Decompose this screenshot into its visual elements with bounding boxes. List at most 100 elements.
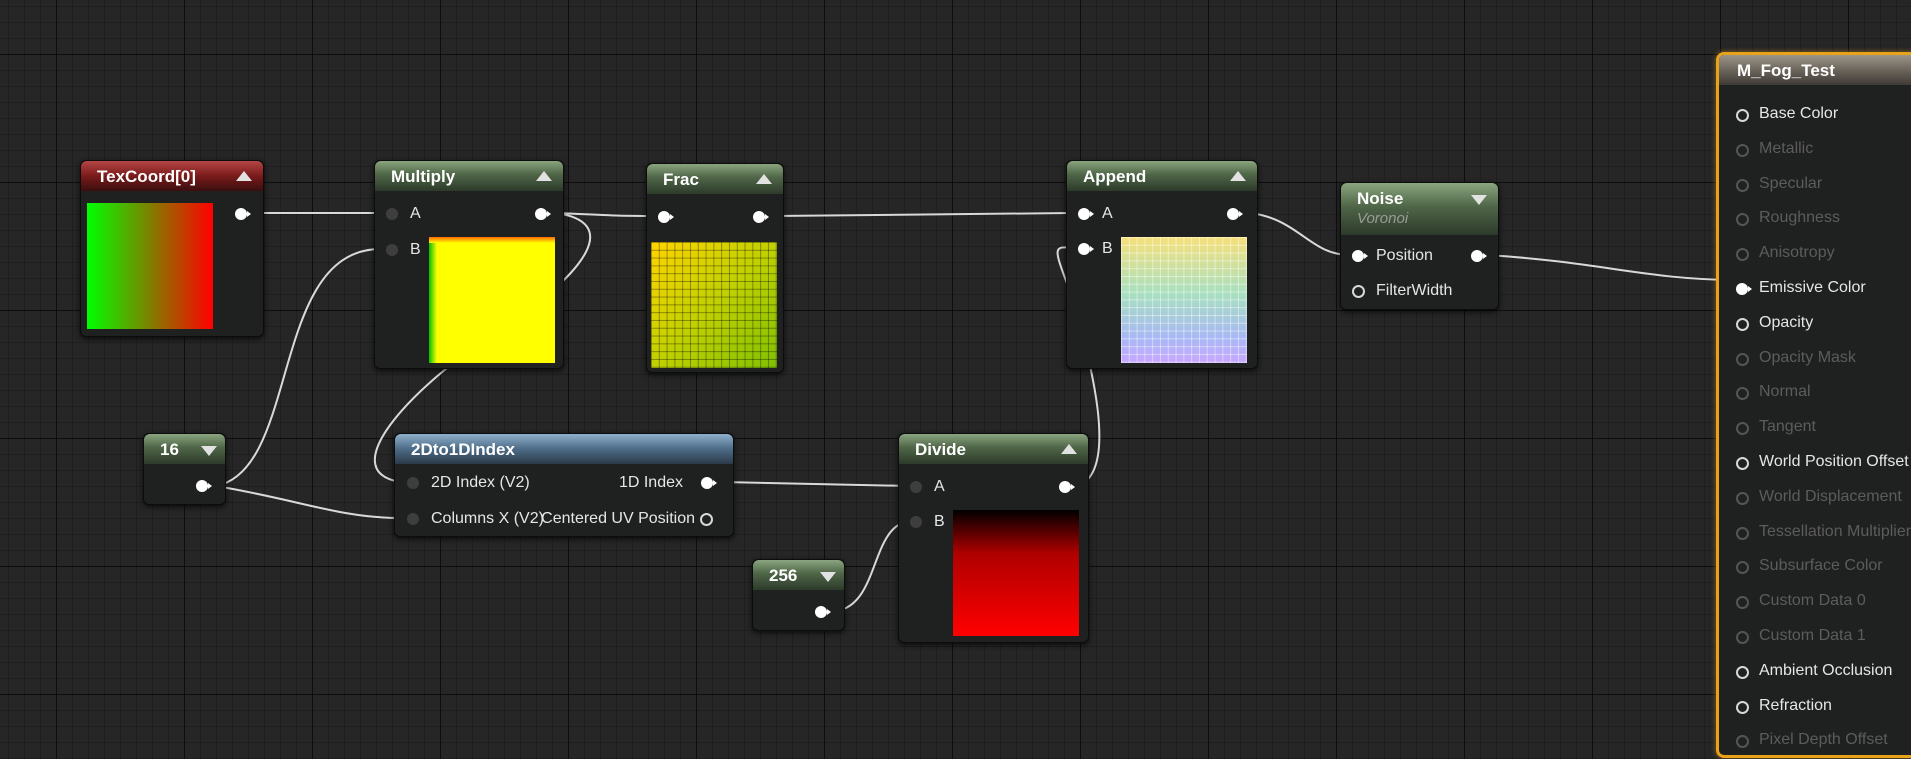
material-input-row[interactable]: Custom Data 1: [1719, 627, 1911, 655]
multiply-output-pin[interactable]: [535, 208, 551, 220]
index-title: 2Dto1DIndex: [411, 440, 515, 459]
material-input-pin[interactable]: [1736, 700, 1749, 714]
material-input-row[interactable]: World Displacement: [1719, 488, 1911, 516]
material-input-pin[interactable]: [1736, 422, 1749, 436]
material-input-label: Custom Data 0: [1759, 592, 1866, 610]
material-input-label: Normal: [1759, 383, 1811, 401]
index-centered-uv-pin[interactable]: [700, 513, 713, 526]
index-header[interactable]: 2Dto1DIndex: [395, 434, 733, 464]
constant-16-header[interactable]: 16: [144, 434, 225, 464]
material-input-row[interactable]: Metallic: [1719, 140, 1911, 168]
material-header[interactable]: M_Fog_Test: [1719, 55, 1911, 85]
index-node[interactable]: 2Dto1DIndex 2D Index (V2) Columns X (V2)…: [394, 433, 734, 537]
divide-input-a-pin[interactable]: [910, 481, 922, 493]
material-result-node[interactable]: M_Fog_Test Base Color Metallic Specular Rou…: [1716, 52, 1911, 758]
material-input-label: Tessellation Multiplier: [1759, 522, 1911, 540]
noise-output-pin[interactable]: [1471, 250, 1487, 262]
expand-arrow-icon[interactable]: [820, 572, 836, 582]
append-input-b-pin[interactable]: [1078, 243, 1094, 255]
index-2d-input-pin[interactable]: [407, 477, 419, 489]
material-input-pin[interactable]: [1736, 213, 1749, 227]
material-input-label: Custom Data 1: [1759, 627, 1866, 644]
divide-header[interactable]: Divide: [899, 434, 1088, 464]
index-columns-input-pin[interactable]: [407, 513, 419, 525]
material-input-row[interactable]: Tessellation Multiplier: [1719, 523, 1911, 551]
material-input-row[interactable]: World Position Offset: [1719, 453, 1911, 481]
index-1d-output-pin[interactable]: [701, 477, 717, 489]
material-input-pin[interactable]: [1736, 665, 1749, 679]
material-input-pin[interactable]: [1736, 596, 1749, 610]
collapse-arrow-icon[interactable]: [536, 171, 552, 181]
collapse-arrow-icon[interactable]: [756, 174, 772, 184]
divide-output-pin[interactable]: [1059, 481, 1075, 493]
material-input-pin[interactable]: [1736, 352, 1749, 366]
material-input-pin[interactable]: [1736, 631, 1749, 644]
multiply-header[interactable]: Multiply: [375, 161, 563, 191]
expand-arrow-icon[interactable]: [1471, 195, 1487, 205]
material-input-row[interactable]: Emissive Color: [1719, 279, 1911, 307]
multiply-input-a-pin[interactable]: [386, 208, 398, 220]
noise-position-pin[interactable]: [1352, 250, 1368, 262]
divide-input-b-pin[interactable]: [910, 516, 922, 528]
noise-filterwidth-label: FilterWidth: [1376, 282, 1453, 299]
material-input-pin[interactable]: [1736, 735, 1749, 749]
constant-16-node[interactable]: 16: [143, 433, 226, 505]
wire-append-noise: [1250, 212, 1351, 256]
material-input-label: Opacity: [1759, 313, 1814, 331]
material-input-row[interactable]: Roughness: [1719, 209, 1911, 237]
noise-filterwidth-pin[interactable]: [1352, 285, 1365, 298]
collapse-arrow-icon[interactable]: [1230, 171, 1246, 181]
multiply-input-b-pin[interactable]: [386, 244, 398, 256]
material-input-pin[interactable]: [1736, 387, 1749, 401]
append-output-pin[interactable]: [1227, 208, 1243, 220]
material-input-row[interactable]: Subsurface Color: [1719, 557, 1911, 585]
append-header[interactable]: Append: [1067, 161, 1257, 191]
material-input-row[interactable]: Normal: [1719, 383, 1911, 411]
constant-256-node[interactable]: 256: [752, 559, 845, 631]
material-input-row[interactable]: Pixel Depth Offset: [1719, 731, 1911, 759]
material-input-row[interactable]: Opacity Mask: [1719, 349, 1911, 377]
constant-256-output-pin[interactable]: [815, 606, 831, 618]
material-input-pin[interactable]: [1736, 178, 1749, 192]
material-input-pin[interactable]: [1736, 317, 1749, 331]
multiply-node[interactable]: Multiply A B: [374, 160, 564, 369]
texcoord-header[interactable]: TexCoord[0]: [81, 161, 263, 191]
collapse-arrow-icon[interactable]: [1061, 444, 1077, 454]
frac-output-pin[interactable]: [753, 211, 769, 223]
texcoord-node[interactable]: TexCoord[0]: [80, 160, 264, 337]
collapse-arrow-icon[interactable]: [236, 171, 252, 181]
material-input-row[interactable]: Refraction: [1719, 697, 1911, 725]
divide-node[interactable]: Divide A B: [898, 433, 1089, 643]
material-input-label: Specular: [1759, 174, 1823, 192]
material-input-pin[interactable]: [1736, 248, 1749, 262]
material-input-row[interactable]: Specular: [1719, 175, 1911, 203]
index-centered-uv-label: Centered UV Position: [541, 510, 695, 527]
multiply-title: Multiply: [391, 167, 456, 186]
material-input-pin[interactable]: [1736, 561, 1749, 575]
material-input-row[interactable]: Tangent: [1719, 418, 1911, 446]
material-input-row[interactable]: Custom Data 0: [1719, 592, 1911, 620]
material-input-pin[interactable]: [1736, 526, 1749, 540]
material-input-pin[interactable]: [1736, 109, 1749, 122]
frac-node[interactable]: Frac: [646, 163, 784, 373]
index-columns-input-label: Columns X (V2): [431, 510, 544, 527]
material-input-pin[interactable]: [1736, 491, 1749, 505]
append-input-a-pin[interactable]: [1078, 208, 1094, 220]
material-input-row[interactable]: Ambient Occlusion: [1719, 662, 1911, 690]
material-input-pin[interactable]: [1736, 457, 1749, 470]
material-input-row[interactable]: Base Color: [1719, 105, 1911, 133]
material-input-pin[interactable]: [1736, 283, 1752, 295]
material-input-row[interactable]: Opacity: [1719, 314, 1911, 342]
expand-arrow-icon[interactable]: [201, 446, 217, 456]
noise-header[interactable]: Noise Voronoi: [1341, 183, 1498, 235]
constant-256-header[interactable]: 256: [753, 560, 844, 590]
texcoord-output-pin[interactable]: [235, 208, 251, 220]
noise-node[interactable]: Noise Voronoi Position FilterWidth: [1340, 182, 1499, 310]
material-input-pin[interactable]: [1736, 143, 1749, 157]
frac-header[interactable]: Frac: [647, 164, 783, 194]
constant-16-output-pin[interactable]: [196, 480, 212, 492]
append-title: Append: [1083, 167, 1147, 186]
material-input-row[interactable]: Anisotropy: [1719, 244, 1911, 272]
frac-input-pin[interactable]: [658, 211, 674, 223]
append-node[interactable]: Append A B: [1066, 160, 1258, 369]
